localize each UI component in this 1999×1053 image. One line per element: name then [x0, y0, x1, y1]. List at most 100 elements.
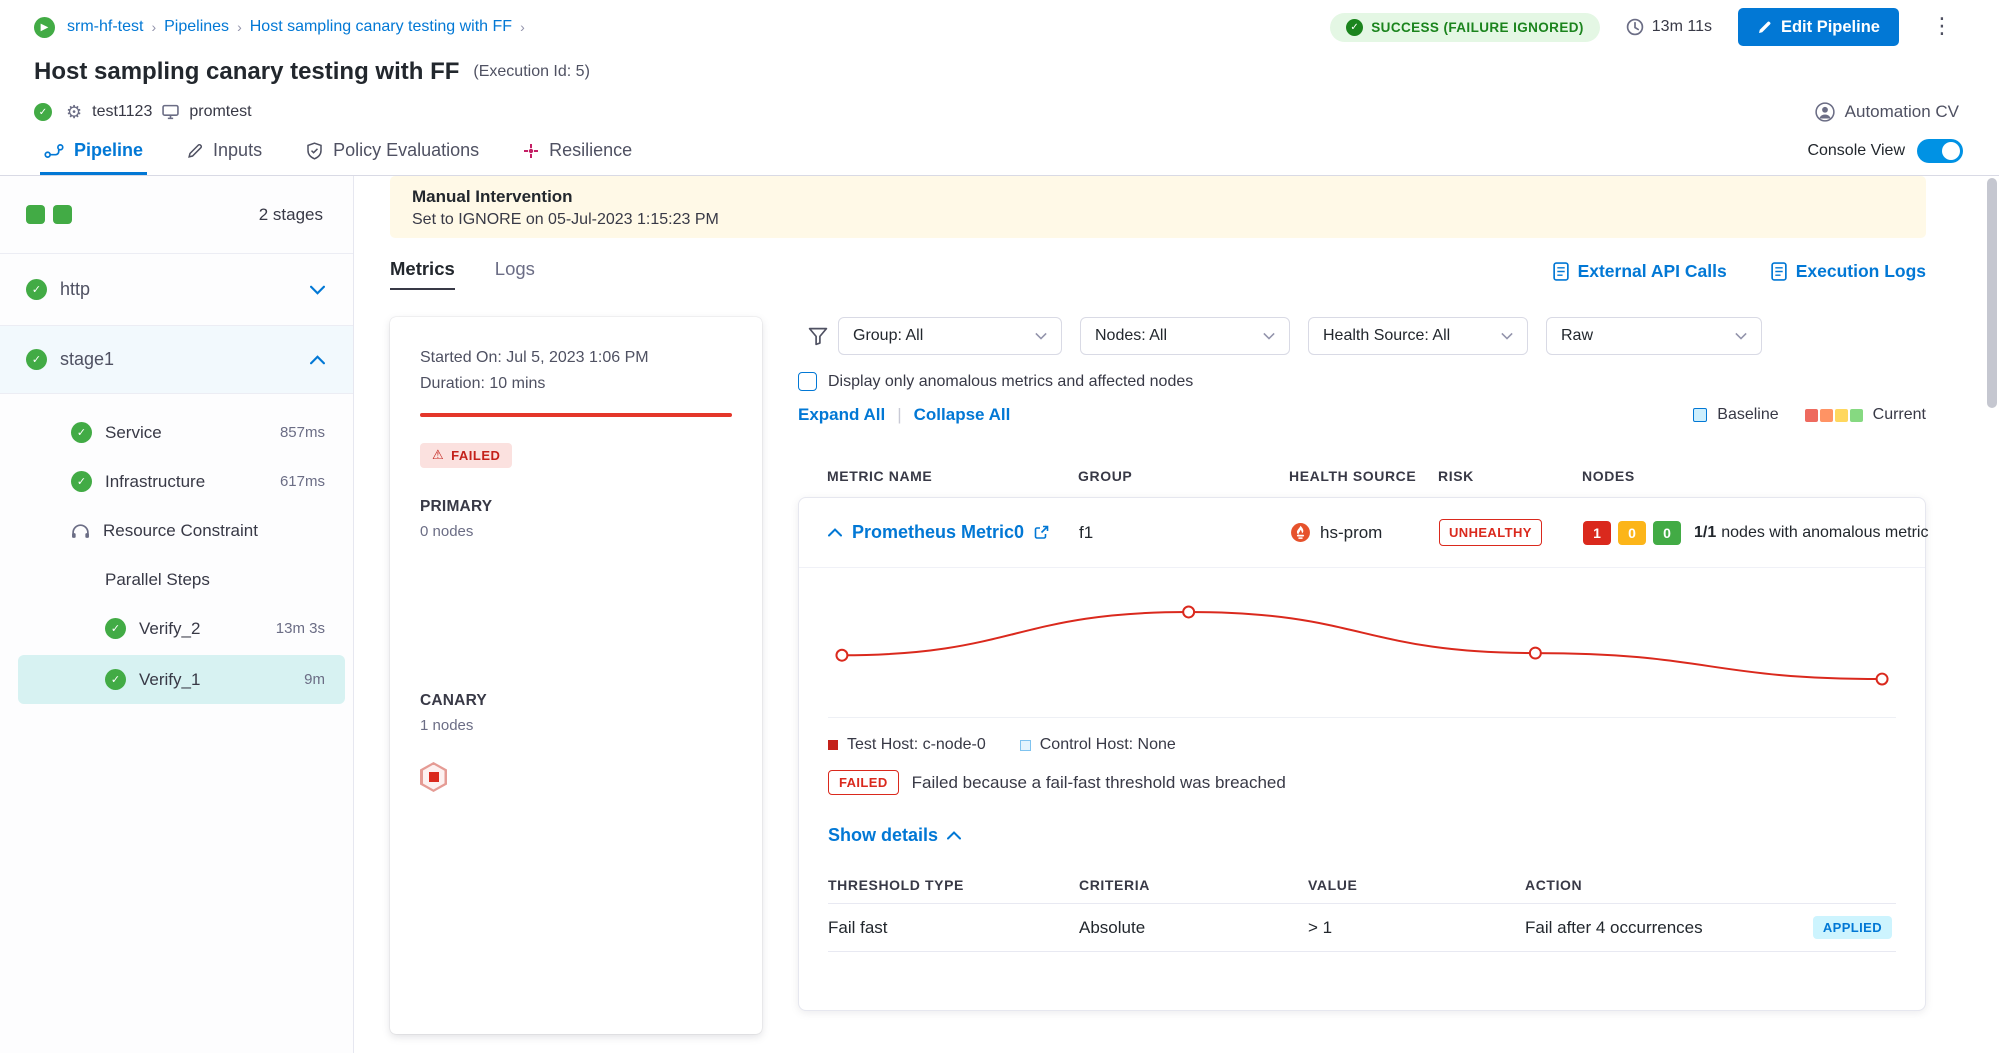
tab-resilience-label: Resilience — [549, 140, 632, 161]
data-type-dropdown[interactable]: Raw — [1546, 317, 1762, 355]
step-infrastructure[interactable]: ✓ Infrastructure 617ms — [0, 457, 353, 506]
expand-all-link[interactable]: Expand All — [798, 405, 885, 425]
external-link-icon[interactable] — [1034, 525, 1049, 540]
meta-row: ✓ ⚙ test1123 promtest Automation CV — [34, 98, 1959, 126]
data-type-value: Raw — [1561, 327, 1593, 345]
tab-pipeline-label: Pipeline — [74, 140, 143, 161]
chevron-down-icon — [1501, 332, 1513, 340]
step-parallel-steps[interactable]: Parallel Steps — [0, 555, 353, 604]
sidebar-stage-http[interactable]: ✓ http — [0, 254, 353, 326]
health-source-filter-dropdown[interactable]: Health Source: All — [1308, 317, 1528, 355]
console-links: External API Calls Execution Logs — [1553, 261, 1926, 290]
health-source-cell: hs-prom — [1290, 522, 1439, 543]
risk-swatch-green — [1850, 409, 1863, 422]
metric-chart-svg — [828, 576, 1896, 717]
sidebar-stage-stage1[interactable]: ✓ stage1 — [0, 326, 353, 394]
breadcrumb-separator: › — [237, 19, 242, 35]
nodes-ratio: 1/1 — [1694, 524, 1716, 541]
success-check-icon: ✓ — [26, 279, 47, 300]
current-legend-label: Current — [1873, 406, 1926, 424]
step-list: ✓ Service 857ms ✓ Infrastructure 617ms R… — [0, 394, 353, 704]
triggered-by: Automation CV — [1815, 102, 1959, 122]
edit-icon — [1757, 20, 1772, 35]
service-name: test1123 — [92, 103, 152, 121]
inputs-icon — [187, 143, 203, 159]
step-verify-1[interactable]: ✓ Verify_1 9m — [18, 655, 345, 704]
external-api-calls-link[interactable]: External API Calls — [1553, 261, 1727, 282]
step-details-panel: Manual Intervention Set to IGNORE on 05-… — [354, 176, 1999, 1053]
nodes-summary-text: nodes with anomalous metric — [1721, 524, 1928, 541]
tab-policy-evaluations[interactable]: Policy Evaluations — [306, 126, 479, 175]
scrollbar-thumb[interactable] — [1987, 178, 1997, 408]
chevron-down-icon[interactable] — [310, 285, 325, 295]
console-view-toggle[interactable] — [1917, 139, 1963, 163]
warning-icon: ⚠ — [432, 448, 444, 463]
col-criteria: CRITERIA — [1079, 877, 1308, 893]
metric-chart-legend: Test Host: c-node-0 Control Host: None — [828, 736, 1896, 754]
group-filter-dropdown[interactable]: Group: All — [838, 317, 1062, 355]
threshold-table-row: Fail fast Absolute > 1 Fail after 4 occu… — [828, 904, 1896, 952]
user-icon — [1815, 102, 1835, 122]
banner-title: Manual Intervention — [412, 187, 1904, 207]
step-service[interactable]: ✓ Service 857ms — [0, 408, 353, 457]
stage-count-row: 2 stages — [0, 176, 353, 254]
risk-badge: UNHEALTHY — [1439, 519, 1542, 546]
metric-row-card: Prometheus Metric0 f1 hs-prom — [798, 497, 1926, 1011]
triggered-by-name: Automation CV — [1845, 102, 1959, 122]
tab-policy-evaluations-label: Policy Evaluations — [333, 140, 479, 161]
more-options-icon[interactable]: ⋮ — [1925, 14, 1959, 40]
tab-logs[interactable]: Logs — [495, 258, 535, 290]
col-health-source: HEALTH SOURCE — [1289, 468, 1438, 484]
chevron-up-icon[interactable] — [310, 355, 325, 365]
metric-row-body: Test Host: c-node-0 Control Host: None F… — [799, 568, 1925, 1010]
step-verify-2[interactable]: ✓ Verify_2 13m 3s — [0, 604, 353, 653]
breadcrumb-pipeline-name[interactable]: Host sampling canary testing with FF — [250, 18, 512, 36]
edit-pipeline-button[interactable]: Edit Pipeline — [1738, 8, 1899, 46]
collapse-all-link[interactable]: Collapse All — [914, 405, 1011, 425]
anomalous-checkbox[interactable] — [798, 372, 817, 391]
step-duration: 857ms — [280, 424, 325, 441]
canary-node-hexagon[interactable] — [420, 762, 447, 792]
app: ▶ srm-hf-test › Pipelines › Host samplin… — [0, 0, 1999, 1053]
stages-sidebar: 2 stages ✓ http ✓ stage1 ✓ Service — [0, 176, 354, 1053]
criteria-value: Absolute — [1079, 918, 1308, 938]
risk-cell: UNHEALTHY — [1439, 519, 1583, 546]
tab-pipeline[interactable]: Pipeline — [44, 126, 143, 175]
header-actions: ✓ SUCCESS (FAILURE IGNORED) 13m 11s Edit… — [1330, 8, 1959, 46]
metric-name-link[interactable]: Prometheus Metric0 — [852, 522, 1024, 543]
execution-header: ▶ srm-hf-test › Pipelines › Host samplin… — [0, 0, 1999, 126]
tab-resilience[interactable]: Resilience — [523, 126, 632, 175]
show-details-link[interactable]: Show details — [828, 825, 961, 846]
test-host-label: Test Host: c-node-0 — [847, 736, 986, 754]
control-host-swatch — [1020, 740, 1031, 751]
nodes-filter-dropdown[interactable]: Nodes: All — [1080, 317, 1290, 355]
tab-inputs[interactable]: Inputs — [187, 126, 262, 175]
verification-summary-card: Started On: Jul 5, 2023 1:06 PM Duration… — [390, 317, 762, 1034]
collapse-metric-icon[interactable] — [828, 528, 842, 537]
project-icon: ▶ — [34, 17, 55, 38]
step-resource-constraint[interactable]: Resource Constraint — [0, 506, 353, 555]
metric-filters: Group: All Nodes: All Health Source: All — [798, 317, 1926, 355]
execution-logs-icon — [1771, 262, 1787, 281]
verification-content: Started On: Jul 5, 2023 1:06 PM Duration… — [390, 317, 1926, 1034]
applied-badge: APPLIED — [1813, 916, 1892, 939]
step-label: Service — [105, 423, 162, 443]
execution-logs-link[interactable]: Execution Logs — [1771, 261, 1926, 282]
breadcrumb-project[interactable]: srm-hf-test — [67, 18, 143, 36]
clock-icon — [1626, 18, 1644, 36]
breadcrumb-pipelines[interactable]: Pipelines — [164, 18, 229, 36]
filter-icon[interactable] — [808, 327, 828, 346]
group-filter-value: Group: All — [853, 327, 923, 345]
service-status-icon: ✓ — [34, 103, 52, 121]
metric-failed-badge: FAILED — [828, 770, 899, 795]
step-label: Resource Constraint — [103, 521, 258, 541]
show-details-label: Show details — [828, 825, 938, 846]
tab-metrics[interactable]: Metrics — [390, 258, 455, 290]
threshold-type-value: Fail fast — [828, 918, 1079, 938]
console-view-label: Console View — [1807, 142, 1905, 160]
health-source-name: hs-prom — [1320, 523, 1382, 543]
breadcrumb-separator: › — [151, 19, 156, 35]
pipeline-icon — [44, 143, 64, 159]
warning-node-chip: 0 — [1618, 521, 1646, 545]
expand-collapse-row: Expand All | Collapse All Baseline — [798, 405, 1926, 425]
